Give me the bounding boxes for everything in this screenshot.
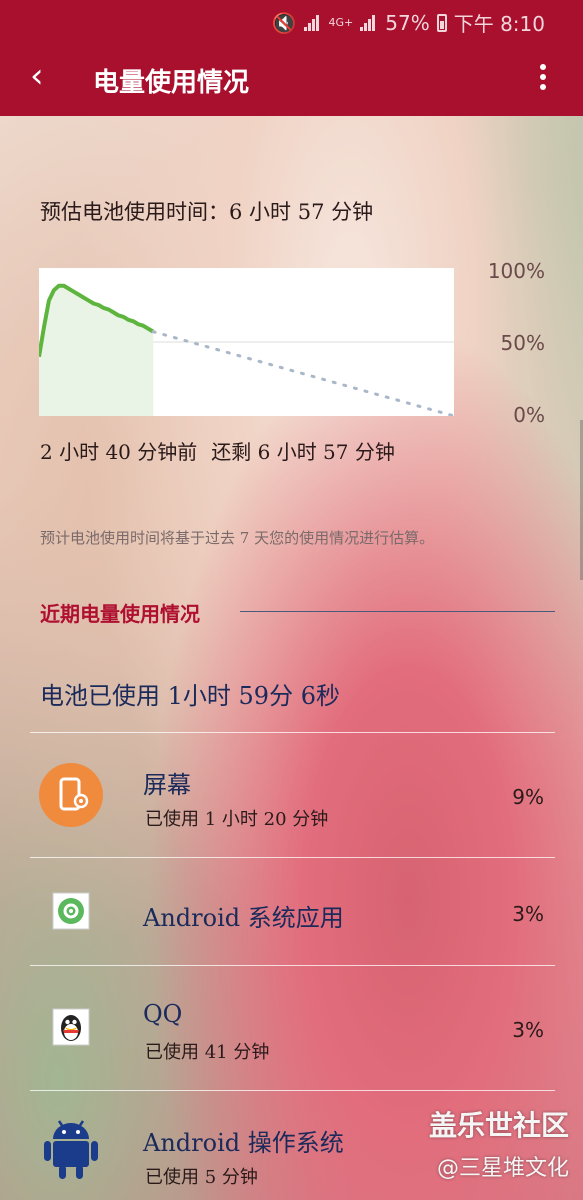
app-usage-time: 已使用 1 小时 20 分钟 xyxy=(145,809,329,830)
section-title: 近期电量使用情况 xyxy=(40,602,200,626)
app-percent: 3% xyxy=(512,902,544,926)
y-tick-label-0: 0% xyxy=(513,403,545,427)
app-percent: 9% xyxy=(512,785,544,809)
signal-icon-2 xyxy=(360,14,378,31)
app-name: Android 操作系统 xyxy=(143,1129,344,1157)
battery-percent: 57% xyxy=(385,10,430,35)
y-tick-label-50: 50% xyxy=(500,331,545,355)
app-percent: 3% xyxy=(512,1018,544,1042)
qq-penguin-icon xyxy=(52,1008,90,1050)
app-name: QQ xyxy=(143,1000,183,1028)
section-divider xyxy=(240,611,555,612)
battery-icon xyxy=(436,13,447,32)
app-bar: ‹ 电量使用情况 xyxy=(0,40,583,116)
chart-x-labels: 2 小时 40 分钟前 还剩 6 小时 57 分钟 xyxy=(40,436,409,465)
android-settings-icon xyxy=(52,892,90,934)
back-arrow-icon[interactable]: ‹ xyxy=(30,58,44,94)
estimate-note: 预计电池使用时间将基于过去 7 天您的使用情况进行估算。 xyxy=(40,529,435,547)
app-name: 屏幕 xyxy=(143,771,191,799)
x-label-start: 2 小时 40 分钟前 xyxy=(40,440,198,464)
app-usage-time: 已使用 5 分钟 xyxy=(145,1167,258,1188)
watermark-community: 盖乐世社区 xyxy=(428,1109,569,1142)
watermark-author: @三星堆文化 xyxy=(436,1156,569,1181)
mute-icon: 🔇 xyxy=(271,10,297,35)
more-vertical-icon[interactable] xyxy=(539,64,547,94)
clock: 下午 8:10 xyxy=(453,12,545,36)
y-tick-label-100: 100% xyxy=(487,259,545,283)
status-bar: 🔇 4G+ 57% 下午 8:10 xyxy=(0,0,583,40)
network-label: 4G+ xyxy=(328,16,354,29)
usage-item-qq[interactable]: QQ 已使用 41 分钟 3% xyxy=(0,966,583,1090)
usage-item-android-system-apps[interactable]: Android 系统应用 3% xyxy=(0,858,583,965)
signal-icon xyxy=(303,14,322,31)
battery-chart xyxy=(39,268,454,416)
app-usage-time: 已使用 41 分钟 xyxy=(145,1042,270,1063)
screen-icon xyxy=(39,763,103,831)
x-label-end: 还剩 6 小时 57 分钟 xyxy=(211,440,395,464)
app-name: Android 系统应用 xyxy=(143,904,344,932)
estimate-label: 预估电池使用时间：6 小时 57 分钟 xyxy=(40,200,374,224)
android-robot-icon xyxy=(40,1117,102,1185)
usage-item-screen[interactable]: 屏幕 已使用 1 小时 20 分钟 9% xyxy=(0,733,583,857)
page-title: 电量使用情况 xyxy=(93,68,250,98)
battery-used-total: 电池已使用 1小时 59分 6秒 xyxy=(40,682,340,710)
